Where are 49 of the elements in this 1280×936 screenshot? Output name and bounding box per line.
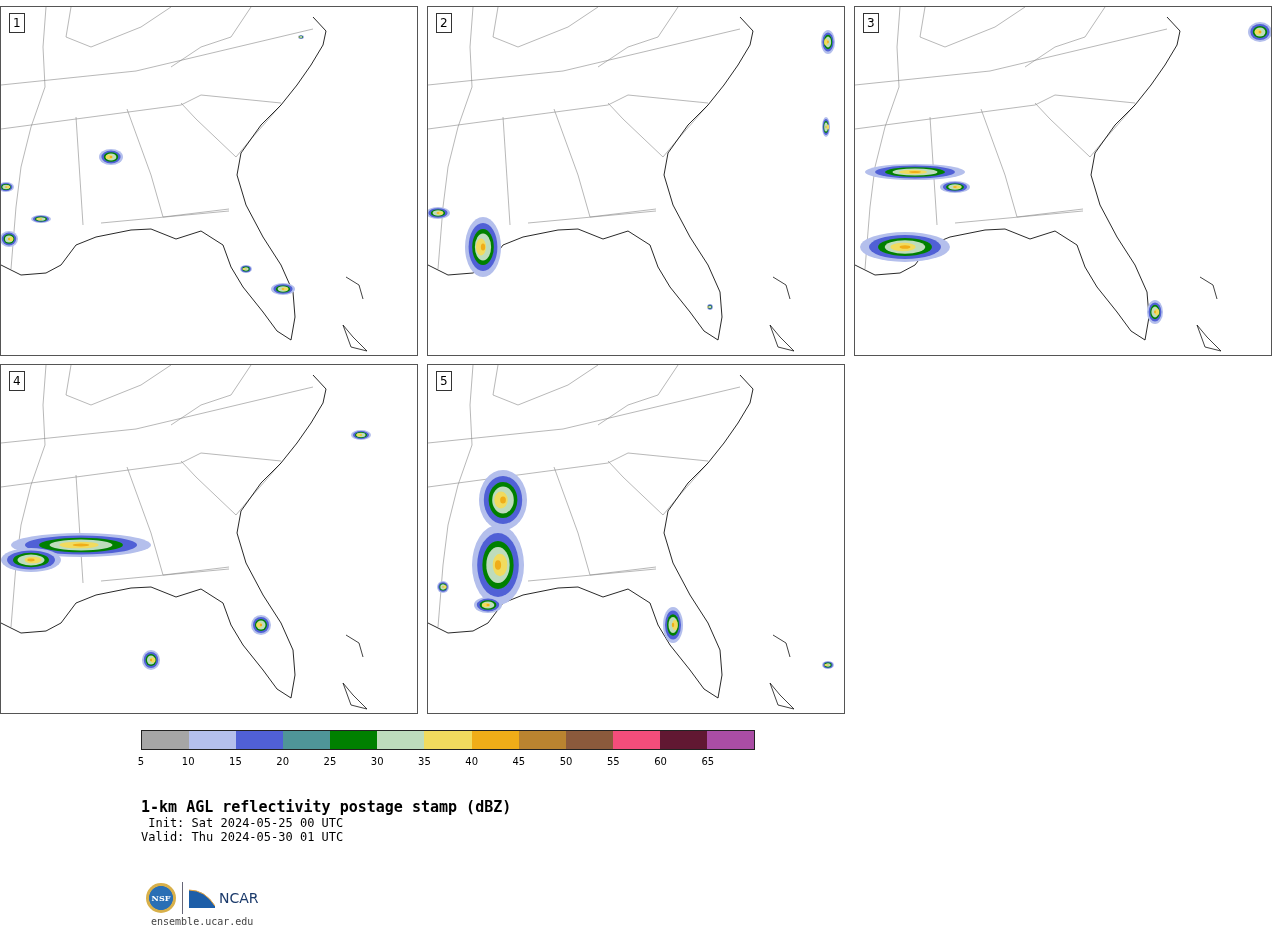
storm-cell: [940, 181, 970, 193]
tick-label: 5: [137, 756, 145, 767]
storm-cell: [822, 661, 834, 669]
storm-cell: [1, 548, 61, 572]
storm-cell: [31, 215, 51, 223]
tick-label: 40: [465, 756, 478, 767]
tick-label: 25: [323, 756, 337, 767]
storm-cell: [298, 35, 304, 39]
storm-cell: [1, 231, 18, 247]
storm-cell: [437, 581, 449, 593]
storm-cell: [465, 217, 501, 277]
storm-cell: [821, 30, 835, 54]
storm-cell: [240, 265, 252, 273]
panel-number: 1: [9, 13, 25, 33]
tick-label: 35: [418, 756, 431, 767]
storm-cell: [271, 283, 295, 295]
storm-cell: [251, 615, 271, 635]
valid-time: Valid: Thu 2024-05-30 01 UTC: [141, 830, 345, 844]
tick-label: 15: [229, 756, 242, 767]
storm-cell: [1, 182, 14, 192]
chart-title: 1-km AGL reflectivity postage stamp (dBZ): [141, 798, 513, 816]
ncar-logo-text: NCAR: [219, 890, 259, 906]
tick-label: 45: [512, 756, 526, 767]
storm-cell: [428, 207, 450, 219]
ncar-swoosh-icon: [189, 888, 215, 908]
storm-cell: [99, 149, 123, 165]
storm-cell: [707, 304, 713, 310]
storm-cell: [822, 117, 830, 137]
tick-label: 65: [701, 756, 715, 767]
storm-cell: [474, 597, 502, 613]
site-url: ensemble.ucar.edu: [151, 916, 255, 927]
storm-cell: [663, 607, 683, 643]
tick-label: 55: [607, 756, 620, 767]
nsf-logo-text: NSF: [151, 893, 171, 903]
storm-cell: [142, 650, 160, 670]
panel-number: 5: [436, 371, 452, 391]
tick-label: 50: [559, 756, 573, 767]
panel-number: 2: [436, 13, 452, 33]
tick-label: 10: [181, 756, 195, 767]
storm-cell: [351, 430, 371, 440]
panel-number: 4: [9, 371, 25, 391]
init-time: Init: Sat 2024-05-25 00 UTC: [147, 816, 345, 830]
storm-cell: [1248, 22, 1271, 42]
storm-cell: [1147, 300, 1163, 324]
tick-label: 30: [370, 756, 384, 767]
storm-cell: [479, 470, 527, 530]
tick-label: 60: [654, 756, 667, 767]
panel-number: 3: [863, 13, 879, 33]
tick-label: 20: [276, 756, 290, 767]
